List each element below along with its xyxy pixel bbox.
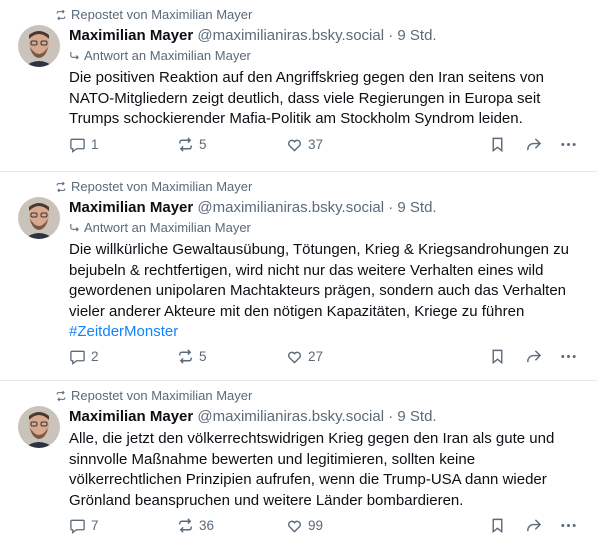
author-name[interactable]: Maximilian Mayer <box>69 408 193 425</box>
post[interactable]: Repostet von Maximilian Mayer Maximilian… <box>0 0 597 171</box>
repost-count: 5 <box>199 349 207 364</box>
post-time[interactable]: · 9 Std. <box>388 27 436 44</box>
like-button[interactable]: 99 <box>286 517 323 534</box>
bookmark-icon <box>492 349 503 365</box>
share-button[interactable] <box>525 517 542 534</box>
reply-count: 2 <box>91 349 99 364</box>
post-actions: 7 36 99 <box>69 517 584 537</box>
post-text-content: Alle, die jetzt den völkerrechtswidrigen… <box>69 430 555 509</box>
like-button[interactable]: 37 <box>286 136 323 153</box>
heart-icon <box>288 351 301 364</box>
author-handle[interactable]: @maximilianiras.bsky.social <box>197 27 384 44</box>
feed: Repostet von Maximilian Mayer Maximilian… <box>0 0 597 547</box>
reply-to-label: Antwort an Maximilian Mayer <box>84 48 251 63</box>
post-text: Alle, die jetzt den völkerrechtswidrigen… <box>69 429 584 511</box>
repost-label: Repostet von Maximilian Mayer <box>71 179 253 194</box>
reply-arrow-icon <box>70 51 79 60</box>
post-text: Die positiven Reaktion auf den Angriffsk… <box>69 68 584 130</box>
reply-to-indicator[interactable]: Antwort an Maximilian Mayer <box>69 220 251 235</box>
avatar[interactable] <box>18 406 60 448</box>
repost-indicator[interactable]: Repostet von Maximilian Mayer <box>55 179 252 194</box>
author-handle[interactable]: @maximilianiras.bsky.social <box>197 199 384 216</box>
reply-count: 1 <box>91 137 99 152</box>
repost-icon <box>179 349 192 364</box>
bookmark-icon <box>492 137 503 153</box>
hashtag-link[interactable]: #ZeitderMonster <box>69 323 178 340</box>
like-button[interactable]: 27 <box>286 348 323 365</box>
post[interactable]: Repostet von Maximilian Mayer Maximilian… <box>0 380 597 547</box>
reply-count: 7 <box>91 518 99 533</box>
author-handle[interactable]: @maximilianiras.bsky.social <box>197 408 384 425</box>
post-text-content: Die willkürliche Gewaltausübung, Tötunge… <box>69 241 570 320</box>
post-actions: 2 5 27 <box>69 348 584 368</box>
more-options-icon <box>561 142 576 147</box>
repost-count: 5 <box>199 137 207 152</box>
repost-label: Repostet von Maximilian Mayer <box>71 388 253 403</box>
more-options-button[interactable] <box>560 517 577 534</box>
repost-indicator[interactable]: Repostet von Maximilian Mayer <box>55 7 252 22</box>
share-icon <box>527 138 542 151</box>
repost-icon <box>179 137 192 152</box>
post-actions: 1 5 37 <box>69 136 584 156</box>
avatar-photo <box>18 406 60 448</box>
reply-to-label: Antwort an Maximilian Mayer <box>84 220 251 235</box>
share-button[interactable] <box>525 348 542 365</box>
post-text: Die willkürliche Gewaltausübung, Tötunge… <box>69 240 584 343</box>
author-name[interactable]: Maximilian Mayer <box>69 27 193 44</box>
post-text-content: Die positiven Reaktion auf den Angriffsk… <box>69 69 545 127</box>
bookmark-button[interactable] <box>489 136 506 153</box>
like-count: 27 <box>308 349 324 364</box>
like-count: 99 <box>308 518 324 533</box>
reply-button[interactable]: 2 <box>69 348 99 365</box>
post-time[interactable]: · 9 Std. <box>388 199 436 216</box>
heart-icon <box>288 139 301 152</box>
more-options-button[interactable] <box>560 136 577 153</box>
share-icon <box>527 350 542 363</box>
repost-small-icon <box>56 9 66 20</box>
share-icon <box>527 519 542 532</box>
heart-icon <box>288 520 301 533</box>
avatar-photo <box>18 197 60 239</box>
avatar[interactable] <box>18 25 60 67</box>
repost-button[interactable]: 5 <box>177 136 207 153</box>
repost-small-icon <box>56 390 66 401</box>
author-name[interactable]: Maximilian Mayer <box>69 199 193 216</box>
post-header: Maximilian Mayer @maximilianiras.bsky.so… <box>69 27 437 44</box>
reply-icon <box>70 519 85 534</box>
reply-to-indicator[interactable]: Antwort an Maximilian Mayer <box>69 48 251 63</box>
like-count: 37 <box>308 137 324 152</box>
more-options-icon <box>561 523 576 528</box>
repost-button[interactable]: 36 <box>177 517 214 534</box>
avatar[interactable] <box>18 197 60 239</box>
more-options-icon <box>561 354 576 359</box>
post-time[interactable]: · 9 Std. <box>388 408 436 425</box>
avatar-photo <box>18 25 60 67</box>
repost-icon <box>179 518 192 533</box>
repost-label: Repostet von Maximilian Mayer <box>71 7 253 22</box>
reply-button[interactable]: 7 <box>69 517 99 534</box>
share-button[interactable] <box>525 136 542 153</box>
repost-button[interactable]: 5 <box>177 348 207 365</box>
reply-icon <box>70 138 85 153</box>
bookmark-button[interactable] <box>489 517 506 534</box>
more-options-button[interactable] <box>560 348 577 365</box>
reply-arrow-icon <box>70 223 79 232</box>
reply-icon <box>70 350 85 365</box>
post[interactable]: Repostet von Maximilian Mayer Maximilian… <box>0 171 597 380</box>
repost-small-icon <box>56 181 66 192</box>
repost-indicator[interactable]: Repostet von Maximilian Mayer <box>55 388 252 403</box>
bookmark-icon <box>492 518 503 534</box>
post-header: Maximilian Mayer @maximilianiras.bsky.so… <box>69 199 437 216</box>
post-header: Maximilian Mayer @maximilianiras.bsky.so… <box>69 408 437 425</box>
reply-button[interactable]: 1 <box>69 136 99 153</box>
bookmark-button[interactable] <box>489 348 506 365</box>
repost-count: 36 <box>199 518 215 533</box>
